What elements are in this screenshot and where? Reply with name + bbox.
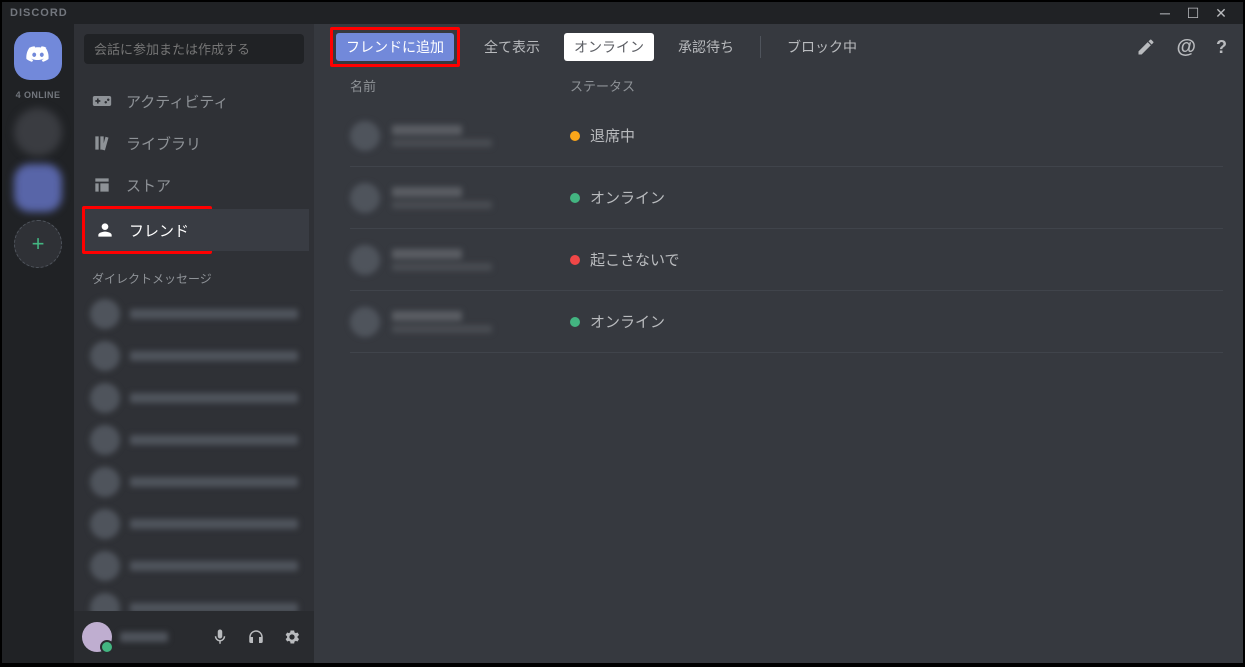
column-name: 名前	[350, 76, 570, 95]
dm-list	[74, 293, 314, 611]
friend-avatar	[350, 245, 380, 275]
main-content: フレンドに追加 全て表示 オンライン 承認待ち ブロック中 @ ? 名前 ステー…	[314, 24, 1243, 663]
app-brand: DISCORD	[10, 7, 1151, 19]
new-dm-button[interactable]	[1136, 37, 1156, 57]
friends-icon	[95, 220, 115, 240]
friend-row[interactable]: 起こさないで	[350, 229, 1223, 291]
friend-name	[392, 249, 570, 271]
store-icon	[92, 175, 112, 195]
highlight-add-friend: フレンドに追加	[330, 27, 460, 67]
add-server-button[interactable]: +	[14, 220, 62, 268]
status-dot-icon	[570, 317, 580, 327]
friend-status: オンライン	[570, 311, 665, 332]
user-name[interactable]	[120, 632, 198, 642]
status-dot-icon	[570, 255, 580, 265]
friends-toolbar: フレンドに追加 全て表示 オンライン 承認待ち ブロック中 @ ?	[314, 24, 1243, 70]
filter-blocked[interactable]: ブロック中	[777, 33, 867, 61]
gear-icon	[283, 628, 301, 646]
nav-label: ライブラリ	[126, 133, 201, 154]
dm-item[interactable]	[82, 587, 306, 611]
friend-avatar	[350, 121, 380, 151]
guild-item[interactable]	[14, 164, 62, 212]
friends-columns: 名前 ステータス	[314, 70, 1243, 105]
dm-item[interactable]	[82, 503, 306, 545]
help-button[interactable]: ?	[1216, 37, 1227, 58]
titlebar: DISCORD ─ ☐ ✕	[2, 2, 1243, 24]
friend-avatar	[350, 307, 380, 337]
dm-item[interactable]	[82, 419, 306, 461]
status-text: オンライン	[590, 311, 665, 332]
dm-item[interactable]	[82, 545, 306, 587]
toolbar-left: フレンドに追加 全て表示 オンライン 承認待ち ブロック中	[330, 27, 867, 67]
add-friend-button[interactable]: フレンドに追加	[336, 33, 454, 61]
friend-row[interactable]: オンライン	[350, 167, 1223, 229]
status-text: オンライン	[590, 187, 665, 208]
gamepad-icon	[92, 91, 112, 111]
column-status: ステータス	[570, 76, 635, 95]
status-dot-icon	[570, 193, 580, 203]
dm-item[interactable]	[82, 335, 306, 377]
friend-name	[392, 187, 570, 209]
dm-item[interactable]	[82, 461, 306, 503]
friends-list: 退席中オンライン起こさないでオンライン	[314, 105, 1243, 353]
filter-all[interactable]: 全て表示	[474, 33, 550, 61]
window-close-button[interactable]: ✕	[1207, 5, 1235, 22]
guild-rail: 4 ONLINE +	[2, 24, 74, 663]
nav-library[interactable]: ライブラリ	[82, 122, 306, 164]
dm-header: ダイレクトメッセージ	[74, 266, 314, 293]
friend-row[interactable]: 退席中	[350, 105, 1223, 167]
dm-item[interactable]	[82, 377, 306, 419]
friend-status: 起こさないで	[570, 249, 680, 270]
channels-column: アクティビティ ライブラリ ストア フレンド ダイレクトメッセージ	[74, 24, 314, 663]
friend-row[interactable]: オンライン	[350, 291, 1223, 353]
friend-avatar	[350, 183, 380, 213]
filter-pending[interactable]: 承認待ち	[668, 33, 744, 61]
status-dot-icon	[570, 131, 580, 141]
microphone-icon	[211, 628, 229, 646]
status-text: 起こさないで	[590, 249, 680, 270]
friend-status: オンライン	[570, 187, 665, 208]
user-avatar[interactable]	[82, 622, 112, 652]
nav-label: フレンド	[129, 220, 189, 241]
headphones-icon	[247, 628, 265, 646]
nav-section: アクティビティ ライブラリ ストア フレンド	[74, 72, 314, 266]
find-conversation-input[interactable]	[94, 42, 294, 57]
window-minimize-button[interactable]: ─	[1151, 5, 1179, 21]
library-icon	[92, 133, 112, 153]
friend-name	[392, 125, 570, 147]
window-maximize-button[interactable]: ☐	[1179, 5, 1207, 22]
app-body: 4 ONLINE + アクティビティ ライブラリ ス	[2, 24, 1243, 663]
app-window: DISCORD ─ ☐ ✕ 4 ONLINE + アクティビティ	[2, 2, 1243, 663]
guild-item[interactable]	[14, 108, 62, 156]
toolbar-right: @ ?	[1136, 36, 1227, 59]
nav-store[interactable]: ストア	[82, 164, 306, 206]
nav-friends[interactable]: フレンド	[85, 209, 209, 251]
new-message-icon	[1136, 37, 1156, 57]
nav-label: アクティビティ	[126, 91, 228, 112]
discord-logo-icon	[25, 43, 51, 69]
home-button[interactable]	[14, 32, 62, 80]
dm-item[interactable]	[82, 293, 306, 335]
settings-button[interactable]	[278, 623, 306, 651]
status-text: 退席中	[590, 125, 635, 146]
highlight-friends-nav: フレンド	[82, 206, 212, 254]
friend-status: 退席中	[570, 125, 635, 146]
mute-button[interactable]	[206, 623, 234, 651]
find-conversation-field[interactable]	[84, 34, 304, 64]
mentions-button[interactable]: @	[1176, 36, 1196, 59]
nav-activity[interactable]: アクティビティ	[82, 80, 306, 122]
user-panel	[74, 611, 314, 663]
nav-label: ストア	[126, 175, 171, 196]
friend-name	[392, 311, 570, 333]
online-count-label: 4 ONLINE	[16, 90, 61, 100]
deafen-button[interactable]	[242, 623, 270, 651]
toolbar-separator	[760, 36, 761, 58]
filter-online[interactable]: オンライン	[564, 33, 654, 61]
